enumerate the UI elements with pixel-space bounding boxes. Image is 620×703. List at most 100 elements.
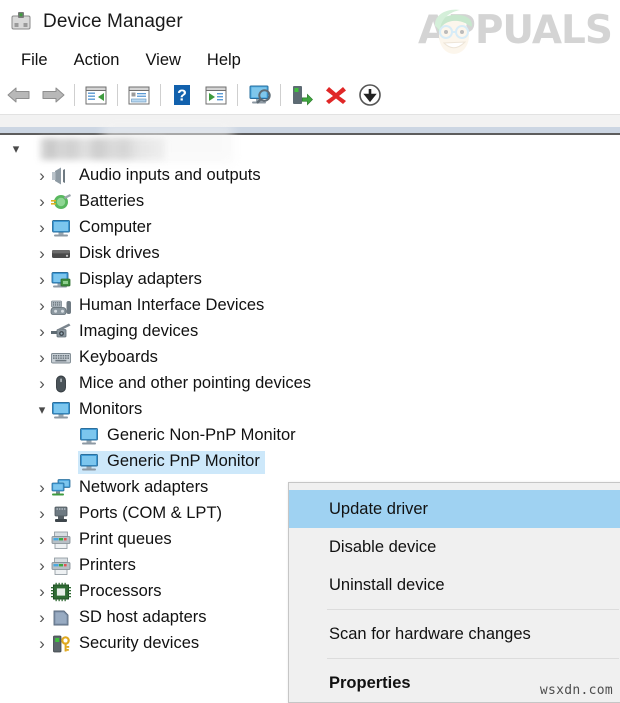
context-menu-separator: [327, 658, 619, 659]
chevron-right-icon[interactable]: ›: [34, 579, 50, 605]
menu-file[interactable]: File: [8, 48, 61, 73]
tree-item-label: Keyboards: [79, 348, 158, 366]
tree-item-content[interactable]: Keyboards: [50, 347, 163, 370]
tree-item-label: Network adapters: [79, 478, 209, 496]
disable-device-icon[interactable]: [353, 80, 387, 110]
toolbar: ?: [0, 76, 620, 114]
menu-action[interactable]: Action: [61, 48, 133, 73]
chevron-right-icon[interactable]: ›: [34, 371, 50, 397]
tree-item-content[interactable]: Monitors: [50, 399, 147, 422]
tree-item-label: Print queues: [79, 530, 172, 548]
update-driver-icon[interactable]: [199, 80, 233, 110]
device-manager-icon: [8, 9, 34, 35]
tree-item-label: Generic Non-PnP Monitor: [107, 426, 296, 444]
tree-item-computer[interactable]: › Computer: [0, 215, 620, 241]
tree-item-disk-drives[interactable]: › Disk drives: [0, 241, 620, 267]
chevron-right-icon[interactable]: ›: [34, 215, 50, 241]
appuals-logo: APPUALS: [376, 4, 613, 60]
chevron-right-icon[interactable]: ›: [34, 605, 50, 631]
scan-for-hardware-changes-icon[interactable]: [242, 80, 276, 110]
tree-item-content[interactable]: Security devices: [50, 633, 204, 656]
tree-item-content[interactable]: Print queues: [50, 529, 177, 552]
tree-item-label: Imaging devices: [79, 322, 199, 340]
menu-help[interactable]: Help: [194, 48, 254, 73]
toolbar-separator: [74, 84, 75, 106]
tree-item-label: Ports (COM & LPT): [79, 504, 223, 522]
tree-item-label: Human Interface Devices: [79, 296, 265, 314]
show-hide-console-tree-icon[interactable]: [79, 80, 113, 110]
help-icon[interactable]: ?: [165, 80, 199, 110]
chevron-right-icon[interactable]: ›: [34, 319, 50, 345]
chevron-down-icon[interactable]: ▾: [34, 397, 50, 423]
tree-item-audio-inputs-and-outputs[interactable]: › Audio inputs and outputs: [0, 163, 620, 189]
tree-item-content[interactable]: Printers: [50, 555, 141, 578]
tree-item-generic-non-pnp-monitor[interactable]: Generic Non-PnP Monitor: [0, 423, 620, 449]
tree-item-content[interactable]: Generic PnP Monitor: [78, 450, 265, 474]
chevron-right-icon[interactable]: ›: [34, 501, 50, 527]
tree-root-node[interactable]: ▾: [0, 123, 620, 163]
context-menu[interactable]: Update driver Disable device Uninstall d…: [288, 482, 620, 703]
tree-item-imaging-devices[interactable]: › Imaging devices: [0, 319, 620, 345]
tree-item-content[interactable]: Processors: [50, 581, 167, 604]
tree-item-display-adapters[interactable]: › Display adapters: [0, 267, 620, 293]
tree-item-content[interactable]: Imaging devices: [50, 321, 203, 344]
port-icon: [50, 504, 72, 524]
back-icon[interactable]: [2, 80, 36, 110]
printer-icon: [50, 530, 72, 550]
chevron-right-icon[interactable]: ›: [34, 163, 50, 189]
monitor-icon: [78, 426, 100, 446]
tree-item-content[interactable]: Human Interface Devices: [50, 295, 269, 318]
properties-icon[interactable]: [122, 80, 156, 110]
ctx-uninstall-device[interactable]: Uninstall device: [289, 566, 620, 604]
chevron-right-icon[interactable]: ›: [34, 527, 50, 553]
tree-item-keyboards[interactable]: › Keyboards: [0, 345, 620, 371]
printer-icon: [50, 556, 72, 576]
menu-view[interactable]: View: [132, 48, 193, 73]
tree-item-content[interactable]: Disk drives: [50, 243, 165, 266]
tree-item-content[interactable]: SD host adapters: [50, 607, 212, 630]
chevron-right-icon[interactable]: ›: [34, 631, 50, 657]
tree-item-content[interactable]: Computer: [50, 217, 156, 240]
toolbar-separator: [160, 84, 161, 106]
title-bar: Device Manager APPUALS: [0, 0, 620, 54]
tree-item-content[interactable]: Batteries: [50, 191, 149, 214]
tree-item-label: Processors: [79, 582, 162, 600]
tree-item-label: Printers: [79, 556, 136, 574]
uninstall-device-icon[interactable]: [319, 80, 353, 110]
speaker-icon: [50, 166, 72, 186]
tree-item-content[interactable]: Ports (COM & LPT): [50, 503, 227, 526]
chevron-right-icon[interactable]: ›: [34, 241, 50, 267]
chevron-right-icon[interactable]: ›: [34, 189, 50, 215]
window-title: Device Manager: [43, 11, 183, 32]
processor-icon: [50, 582, 72, 602]
tree-item-label: Display adapters: [79, 270, 202, 288]
enable-device-icon[interactable]: [285, 80, 319, 110]
chevron-right-icon[interactable]: ›: [34, 267, 50, 293]
tree-item-human-interface-devices[interactable]: › Human Interface Devices: [0, 293, 620, 319]
tree-item-mice-and-other-pointing-devices[interactable]: › Mice and other pointing devices: [0, 371, 620, 397]
tree-item-content[interactable]: Mice and other pointing devices: [50, 373, 316, 396]
tree-item-batteries[interactable]: › Batteries: [0, 189, 620, 215]
tree-item-monitors[interactable]: ▾ Monitors: [0, 397, 620, 423]
tree-item-label: Disk drives: [79, 244, 160, 262]
chevron-right-icon[interactable]: ›: [34, 293, 50, 319]
chevron-right-icon[interactable]: ›: [34, 553, 50, 579]
disk-drive-icon: [50, 244, 72, 264]
tree-item-generic-pnp-monitor[interactable]: Generic PnP Monitor: [0, 449, 620, 475]
ctx-update-driver[interactable]: Update driver: [289, 490, 620, 528]
ctx-scan-hardware[interactable]: Scan for hardware changes: [289, 615, 620, 653]
tree-item-content[interactable]: Audio inputs and outputs: [50, 165, 266, 188]
chevron-down-icon[interactable]: ▾: [8, 136, 24, 162]
hid-icon: [50, 296, 72, 316]
tree-item-content[interactable]: Network adapters: [50, 477, 213, 500]
tree-item-content[interactable]: Generic Non-PnP Monitor: [78, 425, 301, 448]
battery-icon: [50, 192, 72, 212]
chevron-right-icon[interactable]: ›: [34, 345, 50, 371]
ctx-disable-device[interactable]: Disable device: [289, 528, 620, 566]
display-adapter-icon: [50, 270, 72, 290]
chevron-right-icon[interactable]: ›: [34, 475, 50, 501]
tree-item-content[interactable]: Display adapters: [50, 269, 207, 292]
computer-icon: [50, 218, 72, 238]
forward-icon[interactable]: [36, 80, 70, 110]
tree-item-label: Mice and other pointing devices: [79, 374, 312, 392]
